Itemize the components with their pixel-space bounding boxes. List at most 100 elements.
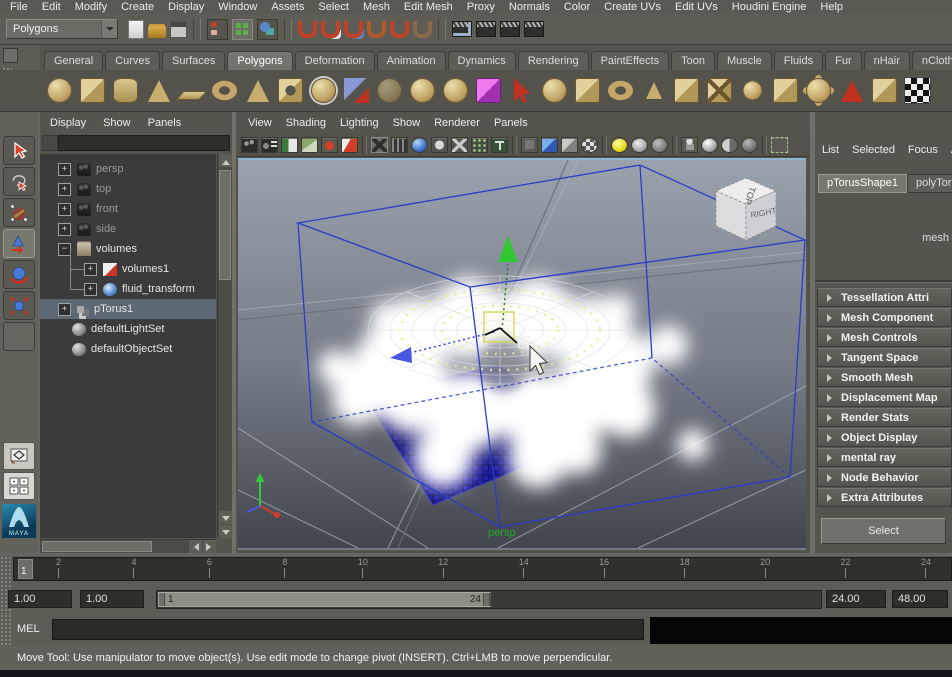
x-box-icon[interactable]: [451, 136, 468, 153]
shelf-tab[interactable]: Polygons: [227, 51, 293, 70]
expander-icon[interactable]: +: [58, 182, 71, 196]
viewport-menu-item[interactable]: View: [248, 117, 272, 129]
expander-icon[interactable]: +: [58, 162, 71, 176]
select-component-icon[interactable]: [257, 18, 278, 40]
chevron-down-icon[interactable]: [101, 20, 117, 38]
paint-select-tool-button[interactable]: [3, 198, 35, 227]
playback-range-bar[interactable]: 1 24: [158, 592, 491, 607]
t-box-icon[interactable]: [491, 136, 508, 153]
make-live-icon[interactable]: [413, 21, 432, 38]
scroll-down-icon[interactable]: [219, 511, 232, 524]
attribute-editor-menu-item[interactable]: List: [822, 144, 839, 156]
menubar-item[interactable]: Display: [168, 1, 204, 13]
render-settings-icon[interactable]: [524, 21, 544, 37]
menubar-item[interactable]: Assets: [271, 1, 304, 13]
node-tab[interactable]: polyTor: [906, 174, 952, 193]
range-start-handle[interactable]: [159, 593, 165, 606]
person-view-icon[interactable]: [681, 136, 698, 153]
shelf-tab[interactable]: nCloth: [911, 51, 952, 70]
dim-light-icon[interactable]: [651, 136, 668, 153]
movie-camera-icon[interactable]: [241, 136, 258, 153]
anim-start-field[interactable]: [8, 590, 72, 608]
range-end-handle[interactable]: [483, 593, 490, 606]
select-button[interactable]: Select: [821, 518, 946, 544]
shelf-button[interactable]: [46, 77, 73, 104]
shelf-button[interactable]: [541, 77, 568, 104]
attr-section[interactable]: Render Stats: [817, 408, 952, 427]
shelf-tab[interactable]: Animation: [376, 51, 446, 70]
menubar-item[interactable]: Color: [564, 1, 590, 13]
menubar-item[interactable]: Help: [820, 1, 843, 13]
shelf-menu-icon[interactable]: [3, 48, 18, 63]
filter-icon[interactable]: [42, 135, 58, 151]
bookmark-book-icon[interactable]: [281, 136, 298, 153]
four-pane-layout-button[interactable]: [3, 472, 35, 500]
menubar-item[interactable]: Edit Mesh: [404, 1, 453, 13]
expander-icon[interactable]: +: [84, 282, 97, 296]
sep-icon[interactable]: [362, 135, 367, 154]
shelf-tab[interactable]: nHair: [863, 51, 910, 70]
half-ball-icon[interactable]: [721, 136, 738, 153]
attribute-editor-menu-item[interactable]: Focus: [908, 144, 938, 156]
range-track[interactable]: 1 24: [156, 590, 822, 609]
sep-icon[interactable]: [284, 18, 292, 40]
shelf-button[interactable]: [772, 77, 799, 104]
shelf-button[interactable]: [310, 77, 337, 104]
viewport-menu-item[interactable]: Shading: [286, 117, 326, 129]
last-tool-slot[interactable]: [3, 322, 35, 351]
outliner-row[interactable]: + front: [40, 199, 216, 219]
snap-point-icon[interactable]: [344, 21, 363, 38]
outliner-vscrollbar[interactable]: [217, 154, 232, 538]
snap-view-icon[interactable]: [390, 21, 409, 38]
menu-set-dropdown[interactable]: Polygons: [6, 19, 118, 39]
menubar-item[interactable]: Select: [318, 1, 349, 13]
checker-ball-icon[interactable]: [581, 136, 598, 153]
scale-tool-button[interactable]: [3, 291, 35, 320]
lit-ball-icon[interactable]: [701, 136, 718, 153]
shelf-button[interactable]: [475, 77, 502, 104]
shelf-tab[interactable]: Surfaces: [161, 51, 226, 70]
viewport-menu-item[interactable]: Renderer: [434, 117, 480, 129]
hscroll-thumb[interactable]: [42, 541, 152, 552]
gray-light-icon[interactable]: [631, 136, 648, 153]
shelf-button[interactable]: [508, 77, 535, 104]
new-scene-icon[interactable]: [128, 19, 144, 39]
shelf-button[interactable]: [739, 77, 766, 104]
menubar-item[interactable]: Edit: [42, 1, 61, 13]
attr-section[interactable]: Node Behavior: [817, 468, 952, 487]
outliner-row[interactable]: defaultLightSet: [40, 319, 216, 339]
outliner-hscrollbar[interactable]: [40, 539, 216, 553]
menubar-item[interactable]: Window: [218, 1, 257, 13]
outliner-row[interactable]: + fluid_transform: [40, 269, 216, 299]
snap-curve-icon[interactable]: [321, 21, 340, 38]
shelf-tab[interactable]: Dynamics: [447, 51, 516, 70]
attr-section[interactable]: mental ray: [817, 448, 952, 467]
select-object-icon[interactable]: [232, 18, 253, 40]
shelf-button[interactable]: [112, 77, 139, 104]
shelf-button[interactable]: [838, 77, 865, 104]
viewport-canvas[interactable]: TOP RIGHT persp: [237, 158, 808, 550]
move-tool-button[interactable]: [3, 229, 35, 258]
snap-projected-icon[interactable]: [367, 21, 386, 38]
shelf-button[interactable]: [175, 77, 208, 104]
shelf-button[interactable]: [805, 77, 832, 104]
attr-section[interactable]: Extra Attributes: [817, 488, 952, 507]
attr-section[interactable]: Smooth Mesh: [817, 368, 952, 387]
sep-icon[interactable]: [193, 18, 201, 40]
marquee-cursor-icon[interactable]: [771, 136, 788, 153]
expander-icon[interactable]: +: [58, 302, 71, 316]
command-input[interactable]: [52, 619, 644, 640]
playback-end-field[interactable]: [826, 590, 886, 608]
shelf-button[interactable]: [706, 77, 733, 104]
select-hierarchy-icon[interactable]: [207, 18, 228, 40]
image-plane-icon[interactable]: [301, 136, 318, 153]
shelf-button[interactable]: [244, 77, 271, 104]
playback-start-field[interactable]: [80, 590, 144, 608]
shelf-tab[interactable]: General: [44, 51, 104, 70]
save-scene-icon[interactable]: [170, 20, 187, 38]
scroll-right-icon[interactable]: [203, 540, 216, 553]
command-result-field[interactable]: [650, 617, 952, 644]
shelf-button[interactable]: [145, 77, 172, 104]
menubar-item[interactable]: Edit UVs: [675, 1, 718, 13]
shelf-tab[interactable]: Toon: [671, 51, 715, 70]
